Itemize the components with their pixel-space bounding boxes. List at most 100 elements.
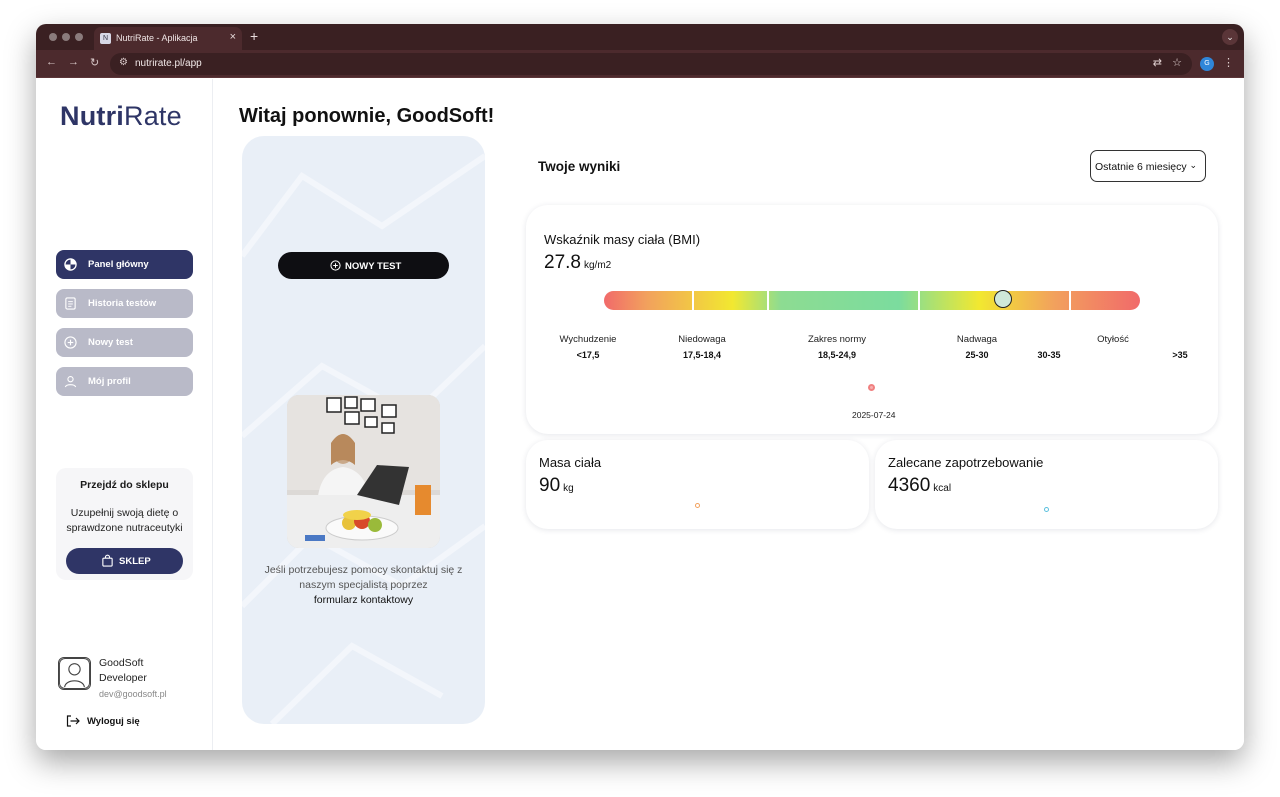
- bmi-category-label: Nadwaga: [956, 334, 998, 345]
- shop-button[interactable]: SKLEP: [66, 548, 183, 574]
- bmi-unit: kg/m2: [583, 260, 612, 271]
- sidebar-item-profile[interactable]: Mój profil: [56, 367, 193, 396]
- bmi-category-label: Otyłość: [1097, 334, 1129, 345]
- sidebar-item-label: Nowy test: [88, 337, 133, 348]
- close-tab-icon[interactable]: ×: [230, 31, 236, 43]
- nutrirate-logo[interactable]: NutriRate: [60, 101, 182, 132]
- bmi-scale-divider: [692, 291, 694, 310]
- pie-chart-icon: [64, 258, 77, 271]
- document-icon: [65, 297, 76, 310]
- bookmark-star-icon[interactable]: ☆: [1172, 56, 1182, 69]
- user-first-name: GoodSoft: [99, 657, 144, 669]
- browser-tab[interactable]: N NutriRate - Aplikacja ×: [94, 27, 242, 50]
- user-email: dev@goodsoft.pl: [99, 689, 167, 699]
- sidebar-item-new-test[interactable]: Nowy test: [56, 328, 193, 357]
- period-select-value: Ostatnie 6 miesięcy: [1095, 161, 1187, 173]
- new-test-label: NOWY TEST: [345, 261, 402, 272]
- bmi-scale-divider: [767, 291, 769, 310]
- contact-form-link[interactable]: formularz kontaktowy: [252, 593, 475, 608]
- logout-label: Wyloguj się: [87, 716, 140, 727]
- url-text: nutrirate.pl/app: [135, 58, 202, 69]
- help-text: Jeśli potrzebujesz pomocy skontaktuj się…: [252, 563, 475, 608]
- weight-value-line: 90 kg: [539, 475, 574, 497]
- maximize-window-dot[interactable]: [75, 33, 83, 41]
- shopping-bag-icon: [102, 554, 113, 567]
- energy-value: 4360: [888, 475, 931, 496]
- bmi-category-range: 25-30: [965, 350, 989, 360]
- energy-value-line: 4360 kcal: [888, 475, 951, 497]
- browser-tab-bar: N NutriRate - Aplikacja × + ⌄: [36, 24, 1244, 50]
- plus-circle-icon: [330, 260, 341, 271]
- logo-light-text: Rate: [124, 101, 182, 131]
- bmi-history-point[interactable]: [868, 384, 875, 391]
- bmi-category-label: Zakres normy: [807, 334, 867, 345]
- browser-toolbar: ← → ↻ ⚙ nutrirate.pl/app ⇄ ☆ G ⋮: [36, 50, 1244, 78]
- bmi-category-range: 30-35: [1037, 350, 1061, 360]
- logout-icon: [66, 715, 80, 727]
- user-icon: [64, 376, 77, 388]
- bmi-scale-divider: [1069, 291, 1071, 310]
- bmi-title: Wskaźnik masy ciała (BMI): [544, 232, 701, 247]
- weight-card: Masa ciała 90 kg: [526, 440, 869, 529]
- results-title: Twoje wyniki: [538, 159, 621, 174]
- sidebar: NutriRate Panel główny Historia testów N…: [36, 79, 213, 750]
- weight-history-point[interactable]: [695, 503, 700, 508]
- period-select[interactable]: Ostatnie 6 miesięcy ⌄: [1090, 150, 1206, 182]
- weight-title: Masa ciała: [539, 455, 602, 470]
- bmi-category-range: 17,5-18,4: [682, 350, 722, 360]
- specialist-photo: [287, 395, 440, 548]
- user-last-name: Developer: [99, 672, 147, 684]
- translate-icon[interactable]: ⇄: [1153, 56, 1162, 69]
- browser-menu-icon[interactable]: ⋮: [1223, 56, 1234, 69]
- close-window-dot[interactable]: [49, 33, 57, 41]
- energy-history-point[interactable]: [1044, 507, 1049, 512]
- shop-button-label: SKLEP: [119, 556, 151, 567]
- tab-search-icon[interactable]: ⌄: [1222, 29, 1238, 45]
- minimize-window-dot[interactable]: [62, 33, 70, 41]
- new-tab-icon[interactable]: +: [250, 28, 258, 44]
- weight-unit: kg: [563, 483, 574, 494]
- new-test-button[interactable]: NOWY TEST: [278, 252, 449, 279]
- bmi-category-range: 18,5-24,9: [817, 350, 857, 360]
- bmi-category-label: Wychudzenie: [559, 334, 617, 345]
- avatar[interactable]: [58, 657, 91, 690]
- bmi-history-date: 2025-07-24: [852, 410, 896, 420]
- energy-card: Zalecane zapotrzebowanie 4360 kcal: [875, 440, 1218, 529]
- bmi-category-range: >35: [1172, 350, 1188, 360]
- back-icon[interactable]: ←: [46, 56, 57, 68]
- shop-description: Uzupełnij swoją dietę o sprawdzone nutra…: [66, 507, 183, 534]
- site-info-icon[interactable]: ⚙: [119, 57, 128, 68]
- shop-title: Przejdź do sklepu: [80, 479, 169, 491]
- profile-avatar[interactable]: G: [1200, 57, 1214, 71]
- app-content: NutriRate Panel główny Historia testów N…: [36, 79, 1244, 750]
- forward-icon[interactable]: →: [68, 56, 79, 68]
- bmi-scale-bar: [604, 290, 1140, 310]
- bmi-value-marker: [993, 290, 1012, 308]
- sidebar-item-label: Historia testów: [88, 298, 157, 309]
- page-title: Witaj ponownie, GoodSoft!: [239, 105, 495, 127]
- bmi-category-label: Niedowaga: [678, 334, 726, 345]
- sidebar-item-label: Panel główny: [88, 259, 149, 270]
- tab-title: NutriRate - Aplikacja: [116, 33, 198, 43]
- sidebar-item-dashboard[interactable]: Panel główny: [56, 250, 193, 279]
- sidebar-item-history[interactable]: Historia testów: [56, 289, 193, 318]
- logo-bold-text: Nutri: [60, 101, 124, 131]
- bmi-value: 27.8: [544, 252, 581, 273]
- bmi-scale-divider: [918, 291, 920, 310]
- chevron-down-icon: ⌄: [1189, 160, 1197, 170]
- promo-panel: NOWY TEST Jeśli potrzebujesz pomocy skon…: [242, 136, 485, 724]
- sidebar-item-label: Mój profil: [88, 376, 131, 387]
- favicon-icon: N: [100, 33, 111, 44]
- browser-window: N NutriRate - Aplikacja × + ⌄ ← → ↻ ⚙ nu…: [36, 24, 1244, 750]
- plus-circle-icon: [64, 336, 77, 349]
- address-bar[interactable]: ⚙ nutrirate.pl/app: [110, 53, 1192, 75]
- bmi-value-line: 27.8 kg/m2: [544, 252, 611, 274]
- bmi-category-range: <17,5: [576, 350, 600, 360]
- help-text-body: Jeśli potrzebujesz pomocy skontaktuj się…: [264, 564, 463, 591]
- reload-icon[interactable]: ↻: [90, 56, 99, 69]
- energy-unit: kcal: [933, 483, 952, 494]
- energy-title: Zalecane zapotrzebowanie: [888, 455, 1044, 470]
- bmi-card: Wskaźnik masy ciała (BMI) 27.8 kg/m2 Wych…: [526, 205, 1218, 434]
- weight-value: 90: [539, 475, 561, 496]
- shop-promo-card: Przejdź do sklepu Uzupełnij swoją dietę …: [56, 468, 193, 580]
